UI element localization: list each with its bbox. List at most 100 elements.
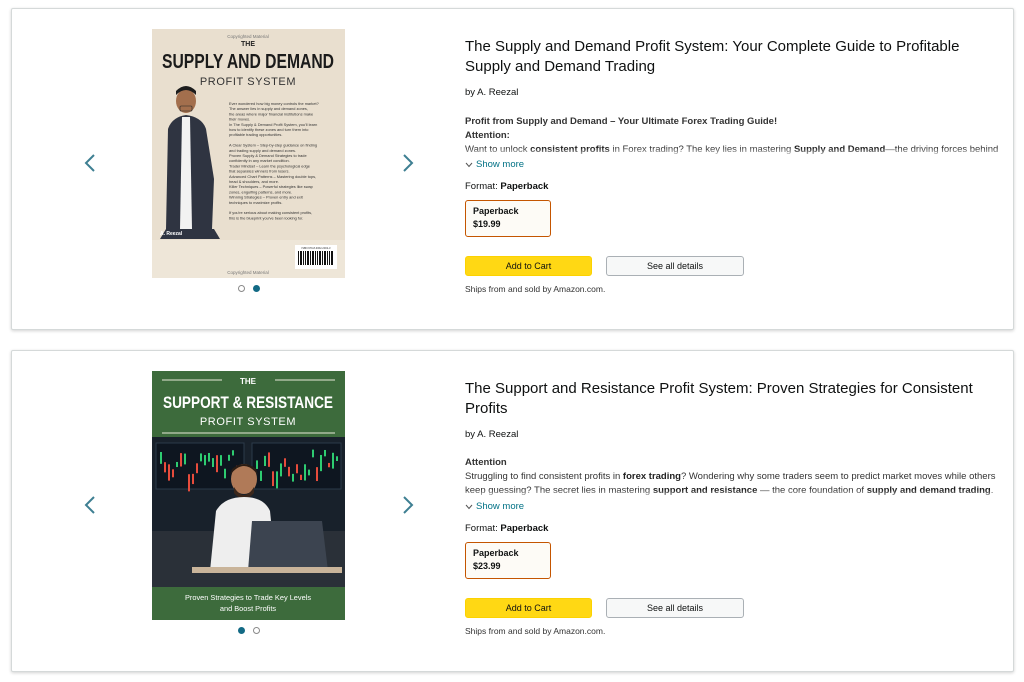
show-more-link[interactable]: Show more [465,501,1000,512]
product-description: Profit from Supply and Demand – Your Ult… [465,115,1000,158]
cover-back-text-line: this is the blueprint you've been lookin… [229,215,303,220]
candle-mark [180,453,182,467]
candle-mark [276,471,278,489]
chevron-down-icon [465,162,473,167]
candle-mark [204,455,206,466]
candle-mark [256,460,258,469]
cover-title-main: SUPPLY AND DEMAND [162,51,334,73]
candle-mark [200,453,202,462]
product-author: by A. Reezal [465,87,519,98]
description-text: in Forex trading? The key lies in master… [609,144,794,155]
add-to-cart-button[interactable]: Add to Cart [465,598,592,618]
description-attention: Attention [465,457,507,468]
candle-mark [192,473,194,485]
candle-mark [228,454,230,461]
button-row: Add to Cart See all details [465,598,1000,618]
button-row: Add to Cart See all details [465,256,1000,276]
cover-back-text-line: profitable trading opportunities. [229,132,282,137]
chevron-right-icon [403,154,414,172]
description-lead: Profit from Supply and Demand – Your Ult… [465,116,778,127]
candle-mark [232,450,234,456]
chevron-left-icon [84,154,95,172]
trader-photo [152,437,345,587]
carousel-prev-button[interactable] [80,491,100,519]
candle-mark [160,452,162,464]
description-bold: Supply and Demand [793,144,886,155]
candle-mark [336,456,338,461]
candle-mark [332,452,334,469]
format-label: Format: [465,181,501,192]
show-more-link[interactable]: Show more [465,159,1000,170]
product-card-2: THE SUPPORT & RESISTANCE PROFIT SYSTEM P… [11,350,1014,672]
cover-top-note: Copyrighted Material [227,34,269,39]
format-option-paperback[interactable]: Paperback $23.99 [465,542,551,579]
candle-mark [208,452,210,462]
carousel-dot-1[interactable] [238,285,245,292]
description-bold: forex trading [622,471,681,482]
cover-bottom-note: Copyrighted Material [227,270,269,275]
carousel-dot-2[interactable] [253,627,260,634]
format-label: Format: [465,523,501,534]
carousel-dot-2[interactable] [253,285,260,292]
product-author: by A. Reezal [465,429,519,440]
product-description: Attention Struggling to find consistent … [465,456,1000,500]
show-more-label: Show more [476,501,525,512]
add-to-cart-button[interactable]: Add to Cart [465,256,592,276]
cover-author: A. Reezal [160,231,183,237]
see-all-details-button[interactable]: See all details [606,598,744,618]
description-bold: consistent profits [530,144,610,155]
candle-mark [196,463,198,474]
product-info: The Support and Resistance Profit System… [465,379,1000,636]
format-option-label: Paperback [473,548,519,558]
candle-mark [292,473,294,482]
description-attention: Attention: [465,130,510,141]
chevron-right-icon [403,496,414,514]
cover-title-the: THE [241,41,255,48]
candle-mark [308,469,310,476]
candle-mark [172,469,174,478]
description-text: — the core foundation of [757,485,867,496]
product-title[interactable]: The Support and Resistance Profit System… [465,379,1000,419]
candle-mark [164,462,166,473]
carousel-prev-button[interactable] [80,149,100,177]
cover-subtitle-2: and Boost Profits [220,604,277,613]
format-line: Format: Paperback [465,523,1000,534]
format-value: Paperback [500,181,549,192]
carousel-next-button[interactable] [398,149,418,177]
candle-mark [328,462,330,468]
chevron-down-icon [465,504,473,509]
candle-mark [168,464,170,481]
candle-mark [176,461,178,468]
ships-from-text: Ships from and sold by Amazon.com. [465,284,606,294]
cover-title-the: THE [240,377,257,386]
format-option-price: $19.99 [473,219,501,229]
format-value: Paperback [500,523,549,534]
format-option-paperback[interactable]: Paperback $19.99 [465,200,551,237]
chevron-left-icon [84,496,95,514]
candle-mark [184,453,186,465]
see-all-details-button[interactable]: See all details [606,256,744,276]
candle-mark [316,467,318,482]
cover-title-sub: PROFIT SYSTEM [200,76,296,88]
format-option-label: Paperback [473,206,519,216]
description-text: Want to unlock [465,144,531,155]
candle-mark [300,474,302,481]
candle-mark [260,470,262,481]
candle-mark [220,455,222,466]
cover-title-main: SUPPORT & RESISTANCE [163,393,333,412]
candle-mark [268,452,270,467]
format-option-price: $23.99 [473,561,501,571]
cover-subtitle-1: Proven Strategies to Trade Key Levels [185,593,311,602]
carousel-dot-1[interactable] [238,627,245,634]
description-bold: supply and demand trading [866,485,991,496]
candle-mark [296,464,298,474]
candle-mark [320,454,322,472]
show-more-label: Show more [476,159,525,170]
book-cover-image: Copyrighted Material THE SUPPLY AND DEMA… [152,29,345,278]
candle-mark [288,466,290,477]
product-title[interactable]: The Supply and Demand Profit System: You… [465,37,1000,77]
book-cover-image: THE SUPPORT & RESISTANCE PROFIT SYSTEM P… [152,371,345,620]
candle-mark [324,449,326,457]
candle-mark [212,458,214,468]
carousel-next-button[interactable] [398,491,418,519]
